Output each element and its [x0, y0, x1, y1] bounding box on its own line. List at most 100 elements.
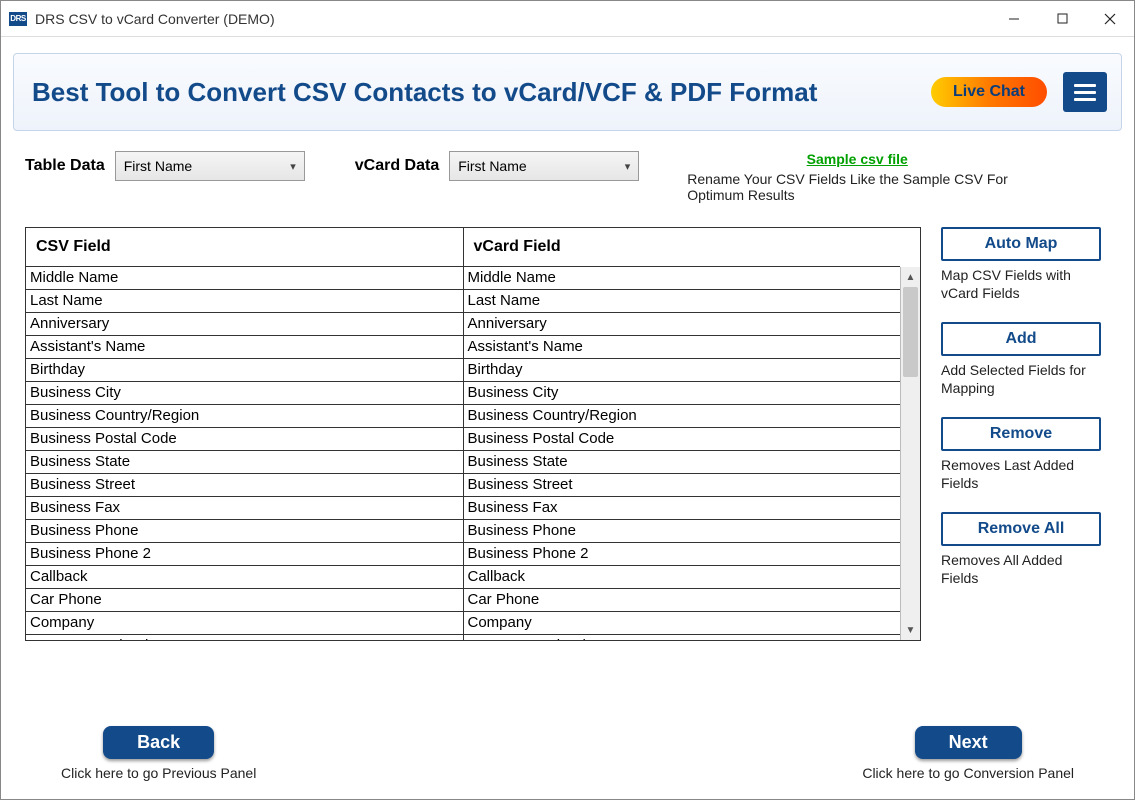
vcard-field-cell: Business Street	[463, 473, 900, 496]
scroll-down-icon[interactable]: ▼	[901, 620, 920, 640]
table-row[interactable]: BirthdayBirthday	[26, 358, 900, 381]
vcard-field-cell: Business Postal Code	[463, 427, 900, 450]
csv-field-cell: Business Fax	[26, 496, 463, 519]
csv-field-cell: Birthday	[26, 358, 463, 381]
main-panel: Table Data First Name ▾ vCard Data First…	[1, 141, 1134, 781]
vcard-field-cell: Business Phone	[463, 519, 900, 542]
vcard-field-cell: Car Phone	[463, 588, 900, 611]
banner-title: Best Tool to Convert CSV Contacts to vCa…	[32, 77, 931, 108]
sample-hint: Rename Your CSV Fields Like the Sample C…	[687, 171, 1008, 203]
csv-field-cell: Anniversary	[26, 312, 463, 335]
chevron-down-icon: ▾	[290, 160, 296, 173]
next-button[interactable]: Next	[915, 726, 1022, 759]
live-chat-button[interactable]: Live Chat	[931, 77, 1047, 107]
vcard-field-cell: Business City	[463, 381, 900, 404]
chevron-down-icon: ▾	[625, 160, 631, 173]
back-hint: Click here to go Previous Panel	[61, 765, 256, 781]
side-buttons: Auto Map Map CSV Fields with vCard Field…	[941, 227, 1101, 718]
col-csv-field[interactable]: CSV Field	[26, 228, 463, 266]
add-description: Add Selected Fields for Mapping	[941, 362, 1101, 397]
table-row[interactable]: Business PhoneBusiness Phone	[26, 519, 900, 542]
table-row[interactable]: Last NameLast Name	[26, 289, 900, 312]
table-row[interactable]: Middle NameMiddle Name	[26, 266, 900, 289]
table-row[interactable]: Car PhoneCar Phone	[26, 588, 900, 611]
table-data-label: Table Data	[25, 151, 105, 175]
scroll-up-icon[interactable]: ▲	[901, 267, 920, 287]
minimize-button[interactable]	[990, 1, 1038, 36]
sample-info: Sample csv file Rename Your CSV Fields L…	[687, 151, 1027, 203]
table-row[interactable]: Business Country/RegionBusiness Country/…	[26, 404, 900, 427]
csv-field-cell: Business Country/Region	[26, 404, 463, 427]
csv-field-cell: Business City	[26, 381, 463, 404]
close-button[interactable]	[1086, 1, 1134, 36]
next-hint: Click here to go Conversion Panel	[862, 765, 1074, 781]
vcard-field-cell: Anniversary	[463, 312, 900, 335]
csv-field-cell: Callback	[26, 565, 463, 588]
vcard-field-cell: Business Country/Region	[463, 404, 900, 427]
table-row[interactable]: Business StateBusiness State	[26, 450, 900, 473]
menu-button[interactable]	[1063, 72, 1107, 112]
remove-all-button[interactable]: Remove All	[941, 512, 1101, 546]
mapping-table: CSV Field vCard Field Middle NameMiddle …	[26, 228, 900, 640]
footer-nav: Back Click here to go Previous Panel Nex…	[25, 718, 1110, 781]
app-icon: DRS	[9, 12, 27, 26]
vcard-field-cell: Business Phone 2	[463, 542, 900, 565]
csv-field-cell: Company Main Phone	[26, 634, 463, 640]
mapping-table-container: CSV Field vCard Field Middle NameMiddle …	[25, 227, 921, 641]
table-row[interactable]: Company Main PhoneCompany Main Phone	[26, 634, 900, 640]
table-row[interactable]: Business StreetBusiness Street	[26, 473, 900, 496]
banner: Best Tool to Convert CSV Contacts to vCa…	[13, 53, 1122, 131]
maximize-button[interactable]	[1038, 1, 1086, 36]
vcard-field-cell: Company	[463, 611, 900, 634]
vcard-field-cell: Business State	[463, 450, 900, 473]
titlebar: DRS DRS CSV to vCard Converter (DEMO)	[1, 1, 1134, 37]
back-button[interactable]: Back	[103, 726, 214, 759]
col-vcard-field[interactable]: vCard Field	[463, 228, 900, 266]
controls-row: Table Data First Name ▾ vCard Data First…	[25, 151, 1110, 203]
vcard-field-cell: Company Main Phone	[463, 634, 900, 640]
hamburger-icon	[1074, 84, 1096, 87]
csv-field-cell: Business Postal Code	[26, 427, 463, 450]
sample-csv-link[interactable]: Sample csv file	[687, 151, 1027, 167]
auto-map-button[interactable]: Auto Map	[941, 227, 1101, 261]
csv-field-cell: Last Name	[26, 289, 463, 312]
vcard-field-cell: Last Name	[463, 289, 900, 312]
table-row[interactable]: Assistant's NameAssistant's Name	[26, 335, 900, 358]
table-row[interactable]: Business Phone 2Business Phone 2	[26, 542, 900, 565]
csv-field-cell: Business Street	[26, 473, 463, 496]
csv-field-cell: Business Phone 2	[26, 542, 463, 565]
csv-field-cell: Middle Name	[26, 266, 463, 289]
back-group: Back Click here to go Previous Panel	[61, 726, 256, 781]
csv-field-cell: Assistant's Name	[26, 335, 463, 358]
vcard-data-dropdown[interactable]: First Name ▾	[449, 151, 639, 181]
table-row[interactable]: CallbackCallback	[26, 565, 900, 588]
table-row[interactable]: CompanyCompany	[26, 611, 900, 634]
csv-field-cell: Car Phone	[26, 588, 463, 611]
remove-button[interactable]: Remove	[941, 417, 1101, 451]
remove-all-description: Removes All Added Fields	[941, 552, 1101, 587]
auto-map-description: Map CSV Fields with vCard Fields	[941, 267, 1101, 302]
remove-description: Removes Last Added Fields	[941, 457, 1101, 492]
table-row[interactable]: AnniversaryAnniversary	[26, 312, 900, 335]
add-button[interactable]: Add	[941, 322, 1101, 356]
table-data-value: First Name	[124, 158, 192, 174]
vcard-data-label: vCard Data	[355, 151, 439, 175]
vcard-field-cell: Callback	[463, 565, 900, 588]
table-row[interactable]: Business Postal CodeBusiness Postal Code	[26, 427, 900, 450]
csv-field-cell: Company	[26, 611, 463, 634]
window-controls	[990, 1, 1134, 36]
next-group: Next Click here to go Conversion Panel	[862, 726, 1074, 781]
vertical-scrollbar[interactable]: ▲ ▼	[900, 267, 920, 640]
vcard-data-value: First Name	[458, 158, 526, 174]
window-title: DRS CSV to vCard Converter (DEMO)	[35, 11, 990, 27]
vcard-field-cell: Assistant's Name	[463, 335, 900, 358]
scroll-thumb[interactable]	[903, 287, 918, 377]
content-row: CSV Field vCard Field Middle NameMiddle …	[25, 227, 1110, 718]
csv-field-cell: Business Phone	[26, 519, 463, 542]
vcard-field-cell: Middle Name	[463, 266, 900, 289]
csv-field-cell: Business State	[26, 450, 463, 473]
table-row[interactable]: Business FaxBusiness Fax	[26, 496, 900, 519]
table-row[interactable]: Business CityBusiness City	[26, 381, 900, 404]
table-data-dropdown[interactable]: First Name ▾	[115, 151, 305, 181]
table-scroll: CSV Field vCard Field Middle NameMiddle …	[26, 228, 900, 640]
